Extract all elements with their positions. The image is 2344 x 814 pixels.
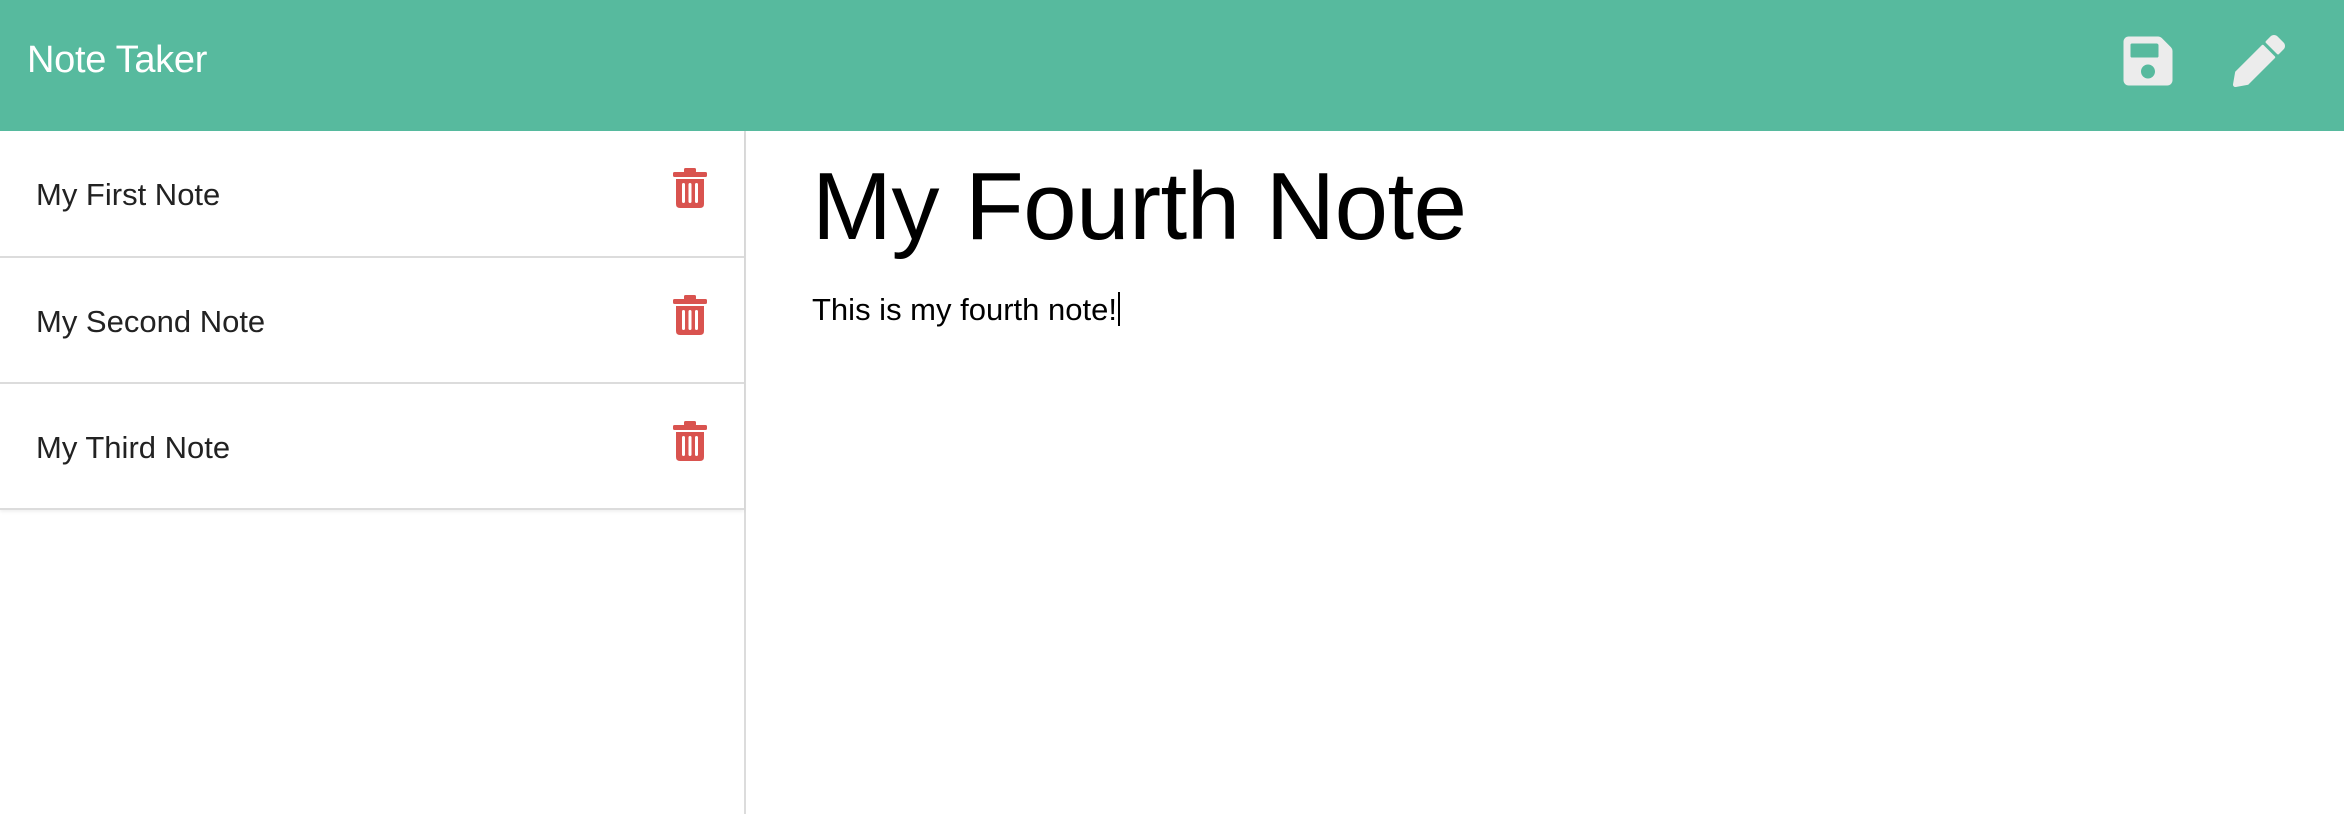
list-item[interactable]: My Third Note [0,382,744,508]
list-item[interactable]: My Second Note [0,256,744,382]
note-title-input[interactable]: My Fourth Note [812,147,1467,267]
trash-icon[interactable] [673,168,707,208]
note-text: This is my fourth note! [812,292,1117,327]
note-text-area[interactable]: This is my fourth note! [812,292,1120,328]
trash-icon[interactable] [673,295,707,335]
note-editor: My Fourth Note This is my fourth note! [746,131,2344,814]
floppy-disk-icon [2123,36,2173,86]
text-caret [1117,292,1120,326]
trash-icon[interactable] [673,421,707,461]
app-title[interactable]: Note Taker [27,36,207,84]
list-item[interactable]: My First Note [0,131,744,256]
pencil-icon [2233,35,2285,88]
note-list-title[interactable]: My Second Note [36,304,265,340]
navbar: Note Taker [0,0,2344,131]
save-note-icon[interactable] [2122,33,2174,89]
note-list-title[interactable]: My First Note [36,177,220,213]
note-list-title[interactable]: My Third Note [36,430,230,466]
new-note-icon[interactable] [2233,33,2285,89]
sidebar: My First Note My Second Note My Third No… [0,131,746,814]
note-list: My First Note My Second Note My Third No… [0,131,744,510]
